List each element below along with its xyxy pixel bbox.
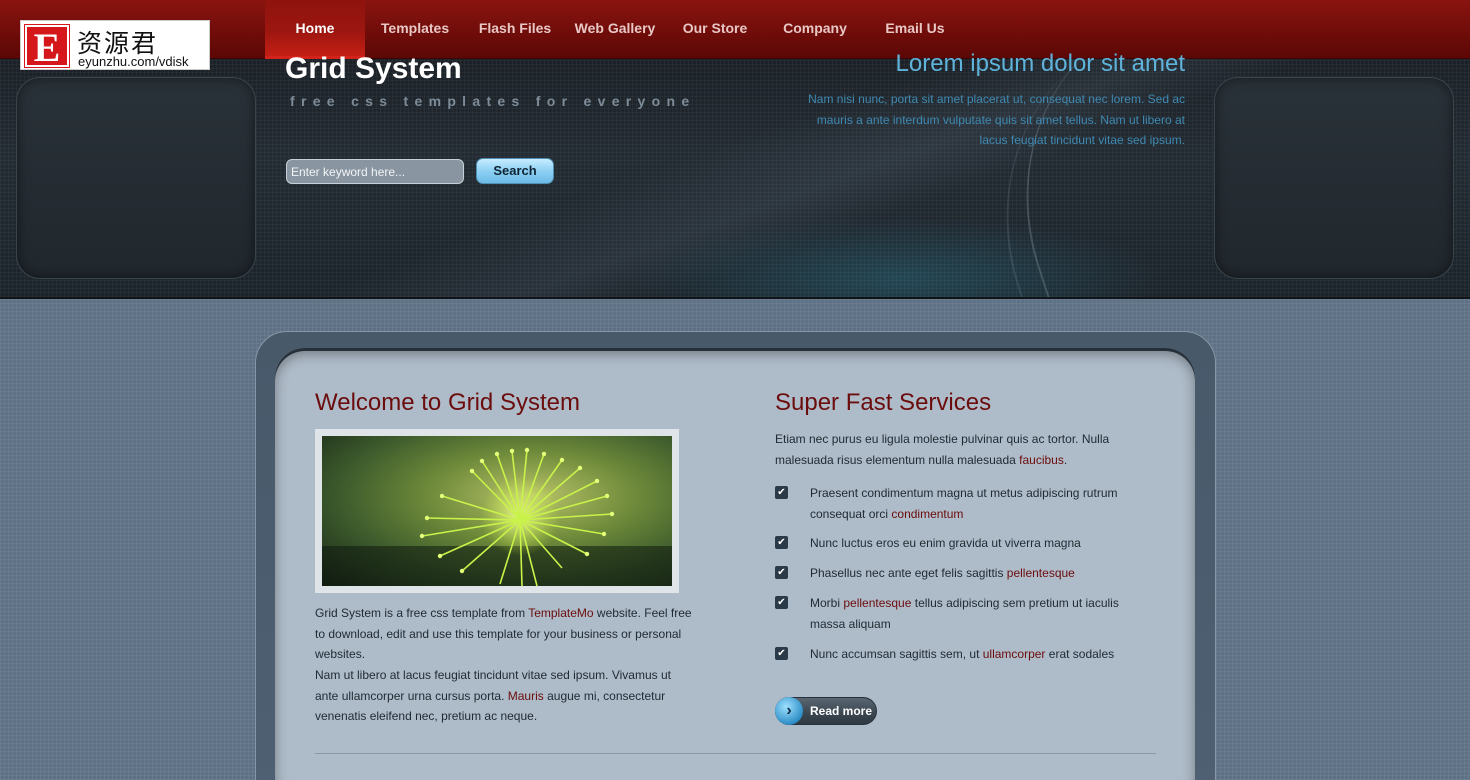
welcome-image-frame xyxy=(315,429,679,593)
nav-item-home[interactable]: Home xyxy=(265,0,365,59)
list-item: ✔ Nunc accumsan sagittis sem, ut ullamco… xyxy=(775,644,1155,665)
faucibus-link[interactable]: faucibus xyxy=(1019,453,1064,467)
welcome-p1-text: Grid System is a free css template from xyxy=(315,606,529,620)
welcome-heading: Welcome to Grid System xyxy=(315,389,580,416)
nav-item-web-gallery[interactable]: Web Gallery xyxy=(565,0,665,59)
banner-heading: Lorem ipsum dolor sit amet xyxy=(895,50,1185,77)
logo-mark: E xyxy=(24,24,70,69)
right-decorative-panel xyxy=(1214,77,1454,279)
list-item-text: Morbi xyxy=(810,596,844,610)
chevron-right-icon: › xyxy=(775,697,803,725)
top-navigation-bar: Home Templates Flash Files Web Gallery O… xyxy=(0,0,1470,59)
list-item: ✔ Phasellus nec ante eget felis sagittis… xyxy=(775,563,1155,584)
list-item: ✔ Morbi pellentesque tellus adipiscing s… xyxy=(775,593,1155,634)
pellentesque-link[interactable]: pellentesque xyxy=(1007,566,1075,580)
checkbox-icon: ✔ xyxy=(775,565,788,579)
checkbox-icon: ✔ xyxy=(775,486,788,499)
banner-text: Nam nisi nunc, porta sit amet placerat u… xyxy=(808,92,1185,147)
left-decorative-panel xyxy=(16,77,256,279)
list-item: ✔ Praesent condimentum magna ut metus ad… xyxy=(775,483,1155,524)
ullamcorper-link[interactable]: ullamcorper xyxy=(983,647,1046,661)
services-heading: Super Fast Services xyxy=(775,389,992,416)
nav-item-our-store[interactable]: Our Store xyxy=(665,0,765,59)
nav-item-flash-files[interactable]: Flash Files xyxy=(465,0,565,59)
services-checklist: ✔ Praesent condimentum magna ut metus ad… xyxy=(775,483,1155,665)
checkbox-icon: ✔ xyxy=(775,647,788,660)
templatemo-link[interactable]: TemplateMo xyxy=(528,606,593,620)
site-title: Grid System xyxy=(285,52,462,85)
site-tagline: free css templates for everyone xyxy=(290,93,696,109)
header-banner xyxy=(0,59,1470,299)
logo-url-text: eyunzhu.com/vdisk xyxy=(78,54,189,69)
read-more-label: Read more xyxy=(810,704,873,718)
mauris-link[interactable]: Mauris xyxy=(508,689,544,703)
nav-item-templates[interactable]: Templates xyxy=(365,0,465,59)
pellentesque-link[interactable]: pellentesque xyxy=(843,596,911,610)
list-item-text: Phasellus nec ante eget felis sagittis xyxy=(810,565,1007,580)
read-more-button[interactable]: › Read more xyxy=(775,697,877,725)
plant-illustration xyxy=(322,447,672,586)
search-input[interactable] xyxy=(286,159,464,184)
services-intro-end: . xyxy=(1063,452,1068,467)
list-item-text: Nunc luctus eros eu enim gravida ut vive… xyxy=(810,536,1081,550)
checkbox-icon: ✔ xyxy=(775,596,788,609)
welcome-paragraph-2: Nam ut libero at lacus feugiat tincidunt… xyxy=(315,665,685,727)
list-item-text: Praesent condimentum magna ut metus adip… xyxy=(810,486,1118,521)
welcome-image xyxy=(322,436,672,586)
list-item: ✔ Nunc luctus eros eu enim gravida ut vi… xyxy=(775,533,1155,554)
content-divider xyxy=(315,753,1156,754)
condimentum-link[interactable]: condimentum xyxy=(891,507,963,521)
list-item-text-end: erat sodales xyxy=(1045,647,1115,661)
watermark-logo[interactable]: E 资源君 eyunzhu.com/vdisk xyxy=(20,20,210,70)
welcome-paragraph-1: Grid System is a free css template from … xyxy=(315,603,695,665)
search-button[interactable]: Search xyxy=(476,158,554,184)
list-item-text: Nunc accumsan sagittis sem, ut xyxy=(810,647,983,661)
checkbox-icon: ✔ xyxy=(775,536,788,549)
services-intro: Etiam nec purus eu ligula molestie pulvi… xyxy=(775,429,1145,470)
